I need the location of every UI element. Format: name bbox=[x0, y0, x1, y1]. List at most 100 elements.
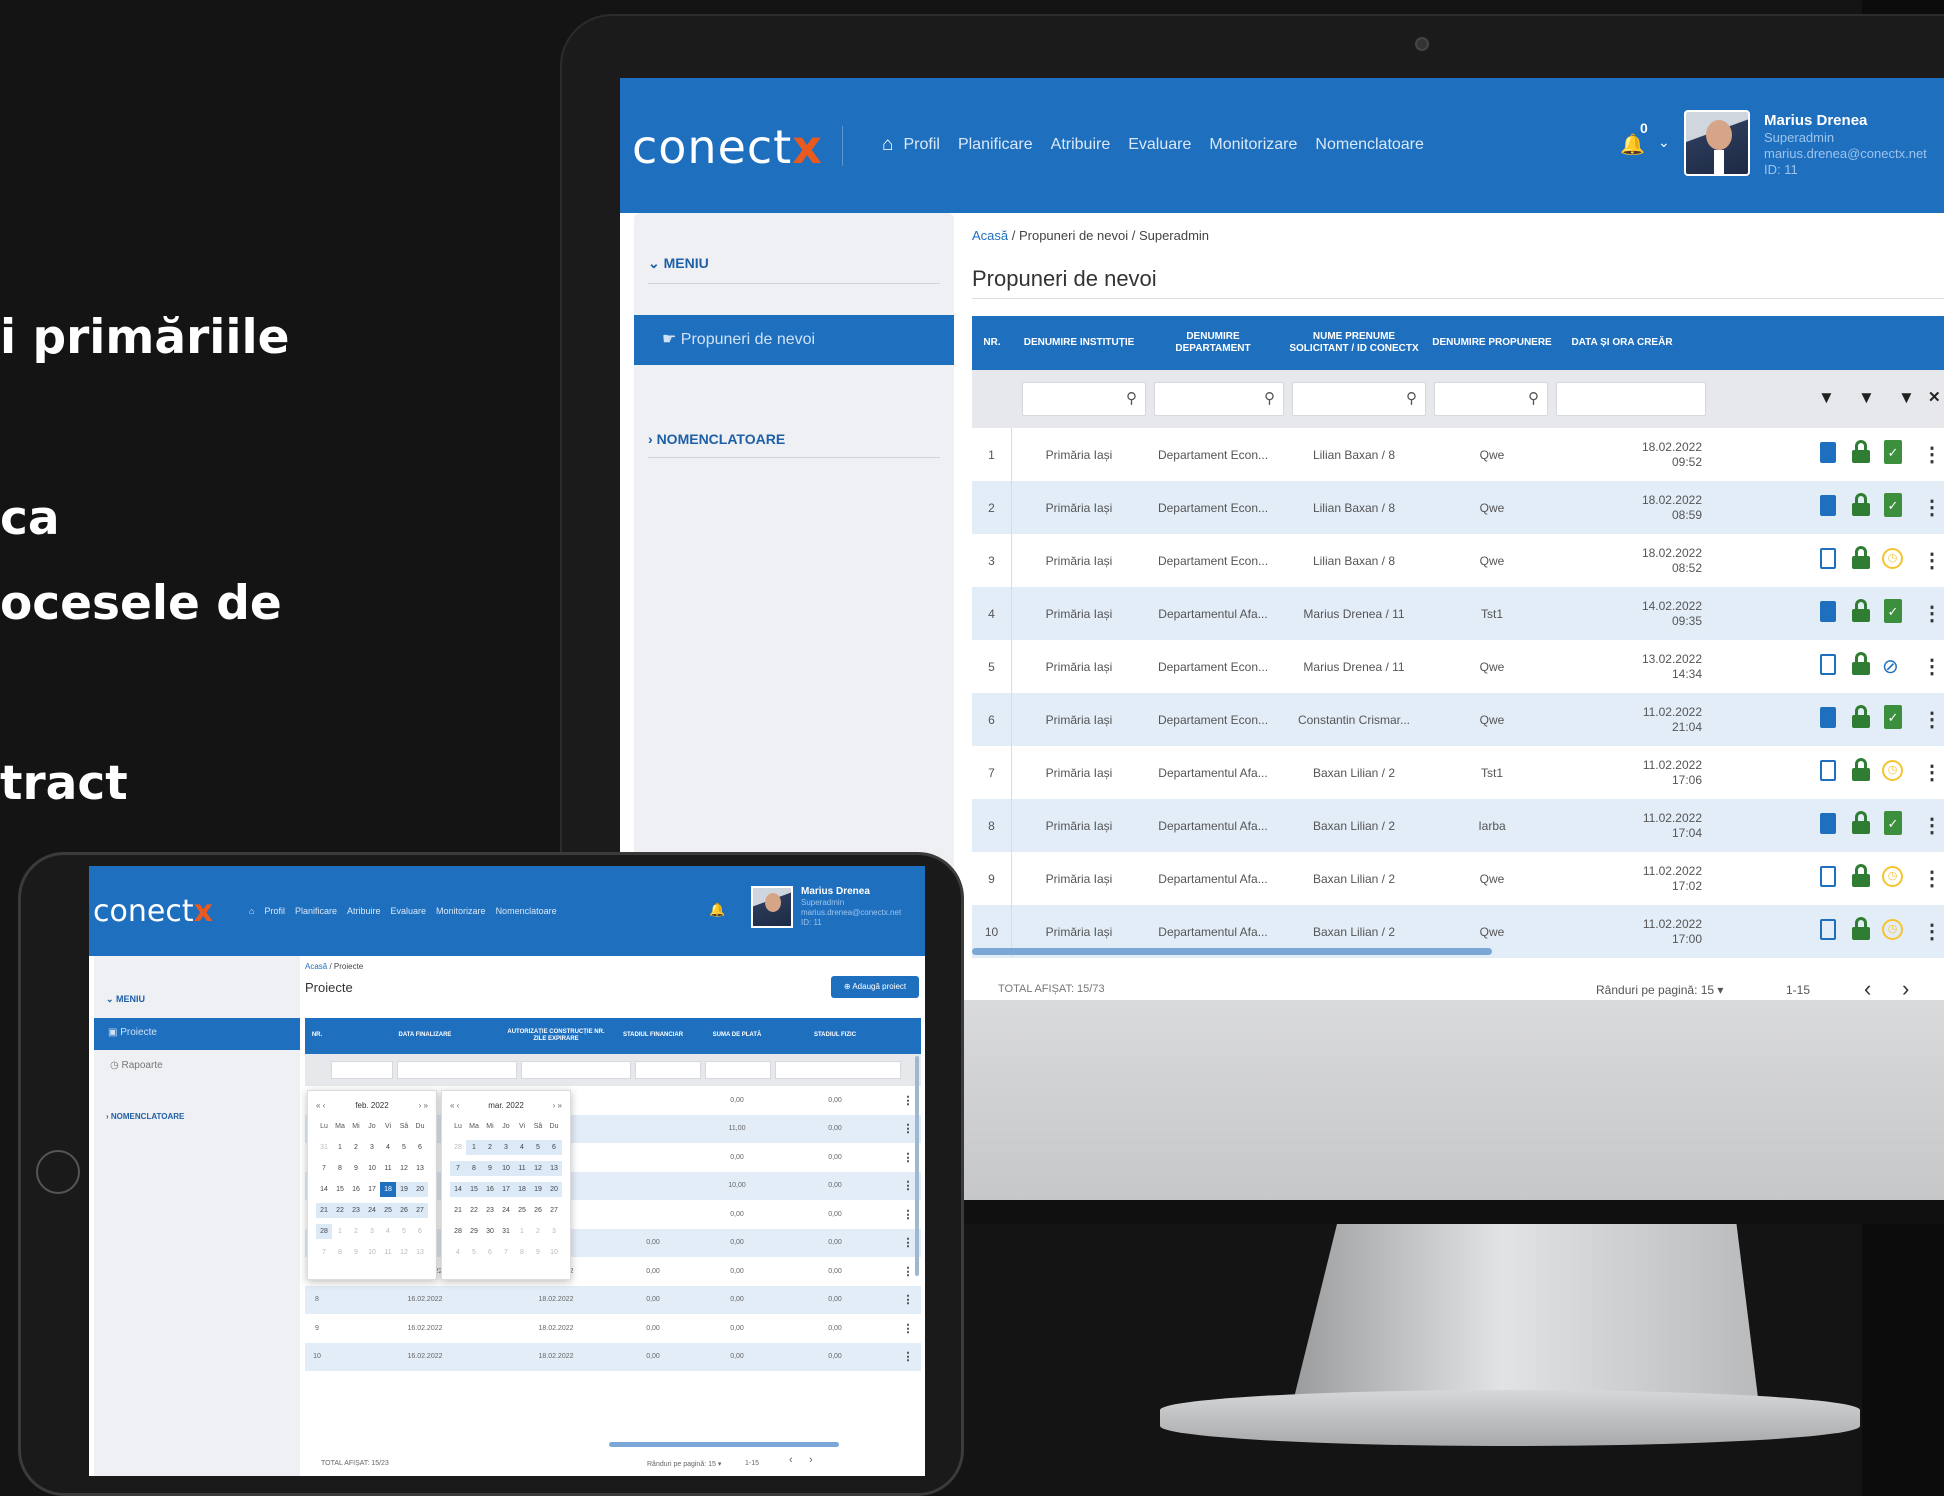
lock-icon[interactable] bbox=[1852, 652, 1870, 676]
document-icon[interactable] bbox=[1820, 442, 1836, 463]
calendar-day[interactable]: 19 bbox=[396, 1182, 412, 1197]
more-vertical-icon[interactable]: ⋮ bbox=[901, 1172, 915, 1200]
calendar-day[interactable]: 8 bbox=[514, 1245, 530, 1260]
calendar-day[interactable]: 28 bbox=[450, 1140, 466, 1155]
more-vertical-icon[interactable]: ⋮ bbox=[901, 1229, 915, 1257]
sidebar-item-propuneri[interactable]: ☛ Propuneri de nevoi bbox=[634, 315, 954, 365]
calendar-day[interactable]: 21 bbox=[450, 1203, 466, 1218]
filter-institutie-input[interactable]: ⚲ bbox=[1022, 382, 1146, 416]
clock-icon[interactable]: ◷ bbox=[1882, 548, 1903, 569]
calendar-day[interactable]: 7 bbox=[316, 1245, 332, 1260]
nav-atribuire[interactable]: Atribuire bbox=[347, 906, 381, 916]
more-vertical-icon[interactable]: ⋮ bbox=[1922, 760, 1942, 785]
prev-page-icon[interactable]: ‹ bbox=[1864, 976, 1871, 1000]
home-icon[interactable]: ⌂ bbox=[249, 906, 254, 916]
prev-page-icon[interactable]: ‹ bbox=[789, 1454, 793, 1466]
sidebar-item-nomenclatoare[interactable]: › NOMENCLATOARE bbox=[106, 1112, 184, 1121]
more-vertical-icon[interactable]: ⋮ bbox=[1922, 813, 1942, 838]
clock-icon[interactable]: ◷ bbox=[1882, 760, 1903, 781]
col-nr[interactable]: NR. bbox=[972, 316, 1012, 370]
calendar-day[interactable]: 8 bbox=[332, 1161, 348, 1176]
calendar-day[interactable]: 20 bbox=[412, 1182, 428, 1197]
rows-per-page-select[interactable]: Rânduri pe pagină: 15 ▾ bbox=[647, 1460, 721, 1468]
table-row[interactable]: 9 16.02.2022 18.02.2022 0,00 0,00 0,00 ⋮ bbox=[305, 1314, 921, 1342]
filter-departament-input[interactable]: ⚲ bbox=[1154, 382, 1284, 416]
calendar-day[interactable]: 23 bbox=[482, 1203, 498, 1218]
sidebar-item-proiecte[interactable]: ▣ Proiecte bbox=[94, 1018, 300, 1050]
calendar-day[interactable]: 15 bbox=[332, 1182, 348, 1197]
eye-off-icon[interactable]: ⊘ bbox=[1882, 654, 1899, 679]
calendar-day[interactable]: 28 bbox=[450, 1224, 466, 1239]
document-icon[interactable] bbox=[1820, 813, 1836, 834]
calendar-day[interactable]: 6 bbox=[482, 1245, 498, 1260]
document-icon[interactable] bbox=[1820, 601, 1836, 622]
clipboard-check-icon[interactable]: ✓ bbox=[1884, 705, 1902, 729]
calendar-day[interactable]: 10 bbox=[364, 1245, 380, 1260]
filter-propunere-input[interactable]: ⚲ bbox=[1434, 382, 1548, 416]
clock-icon[interactable]: ◷ bbox=[1882, 866, 1903, 887]
col-nr[interactable]: NR. bbox=[305, 1018, 329, 1054]
next-page-icon[interactable]: › bbox=[1902, 976, 1909, 1000]
clock-icon[interactable]: ◷ bbox=[1882, 919, 1903, 940]
calendar-day[interactable]: 11 bbox=[380, 1245, 396, 1260]
sidebar-item-rapoarte[interactable]: ◷ Rapoarte bbox=[110, 1060, 163, 1071]
document-icon[interactable] bbox=[1820, 548, 1836, 569]
calendar-day[interactable]: 2 bbox=[482, 1140, 498, 1155]
filter-date-input[interactable] bbox=[331, 1061, 393, 1079]
calendar-day[interactable]: 12 bbox=[530, 1161, 546, 1176]
more-vertical-icon[interactable]: ⋮ bbox=[901, 1115, 915, 1143]
next-month-icon[interactable]: › » bbox=[553, 1101, 562, 1110]
more-vertical-icon[interactable]: ⋮ bbox=[1922, 919, 1942, 944]
calendar-day[interactable]: 4 bbox=[380, 1224, 396, 1239]
calendar-day[interactable]: 3 bbox=[498, 1140, 514, 1155]
calendar-mar[interactable]: « ‹ mar. 2022 › » Lu Ma Mi Jo Vi Sâ Du 28 1 2 3 4 5 6… bbox=[441, 1090, 571, 1280]
calendar-day[interactable]: 25 bbox=[514, 1203, 530, 1218]
calendar-day[interactable]: 10 bbox=[498, 1161, 514, 1176]
nav-evaluare[interactable]: Evaluare bbox=[1128, 136, 1191, 154]
more-vertical-icon[interactable]: ⋮ bbox=[1922, 866, 1942, 891]
calendar-day[interactable]: 17 bbox=[498, 1182, 514, 1197]
lock-icon[interactable] bbox=[1852, 864, 1870, 888]
calendar-day[interactable]: 6 bbox=[412, 1140, 428, 1155]
table-row[interactable]: 10 16.02.2022 18.02.2022 0,00 0,00 0,00 ⋮ bbox=[305, 1342, 921, 1371]
calendar-day[interactable]: 12 bbox=[396, 1161, 412, 1176]
calendar-day[interactable]: 1 bbox=[332, 1140, 348, 1155]
nav-profil[interactable]: Profil bbox=[903, 136, 939, 154]
nav-planificare[interactable]: Planificare bbox=[295, 906, 337, 916]
col-institutie[interactable]: DENUMIRE INSTITUȚIE bbox=[1014, 316, 1144, 370]
document-icon[interactable] bbox=[1820, 866, 1836, 887]
table-row[interactable]: 7 Primăria Iași Departamentul Afa... Baxan … bbox=[972, 746, 1944, 799]
sidebar-item-nomenclatoare[interactable]: › NOMENCLATOARE bbox=[648, 431, 785, 447]
col-stadiul-fizic[interactable]: STADIUL FIZIC bbox=[785, 1018, 885, 1054]
lock-icon[interactable] bbox=[1852, 440, 1870, 464]
more-vertical-icon[interactable]: ⋮ bbox=[901, 1257, 915, 1285]
horizontal-scrollbar[interactable] bbox=[609, 1442, 839, 1447]
bell-icon[interactable]: 🔔 bbox=[709, 902, 725, 918]
avatar[interactable] bbox=[751, 886, 793, 928]
calendar-day[interactable]: 26 bbox=[396, 1203, 412, 1218]
calendar-day[interactable]: 23 bbox=[348, 1203, 364, 1218]
calendar-day[interactable]: 31 bbox=[498, 1224, 514, 1239]
calendar-day[interactable]: 2 bbox=[348, 1224, 364, 1239]
lock-icon[interactable] bbox=[1852, 546, 1870, 570]
clipboard-check-icon[interactable]: ✓ bbox=[1884, 440, 1902, 464]
next-page-icon[interactable]: › bbox=[809, 1454, 813, 1466]
col-autorizatie[interactable]: AUTORIZAȚIE CONSTRUCȚIE NR. ZILE EXPIRAR… bbox=[501, 1018, 611, 1054]
breadcrumb-home[interactable]: Acasă bbox=[305, 962, 327, 971]
lock-icon[interactable] bbox=[1852, 758, 1870, 782]
calendar-day[interactable]: 9 bbox=[530, 1245, 546, 1260]
col-data[interactable]: DATA ȘI ORA CREĂR bbox=[1562, 316, 1682, 370]
calendar-day[interactable]: 16 bbox=[482, 1182, 498, 1197]
nav-monitorizare[interactable]: Monitorizare bbox=[1209, 136, 1297, 154]
calendar-day[interactable]: 6 bbox=[546, 1140, 562, 1155]
calendar-day[interactable]: 21 bbox=[316, 1203, 332, 1218]
calendar-day[interactable]: 15 bbox=[466, 1182, 482, 1197]
calendar-day[interactable]: 19 bbox=[530, 1182, 546, 1197]
calendar-day[interactable]: 10 bbox=[546, 1245, 562, 1260]
more-vertical-icon[interactable]: ⋮ bbox=[901, 1143, 915, 1171]
clipboard-check-icon[interactable]: ✓ bbox=[1884, 811, 1902, 835]
col-propunere[interactable]: DENUMIRE PROPUNERE bbox=[1432, 316, 1552, 370]
calendar-day[interactable]: 31 bbox=[316, 1140, 332, 1155]
calendar-day[interactable]: 13 bbox=[412, 1161, 428, 1176]
calendar-day[interactable]: 7 bbox=[498, 1245, 514, 1260]
